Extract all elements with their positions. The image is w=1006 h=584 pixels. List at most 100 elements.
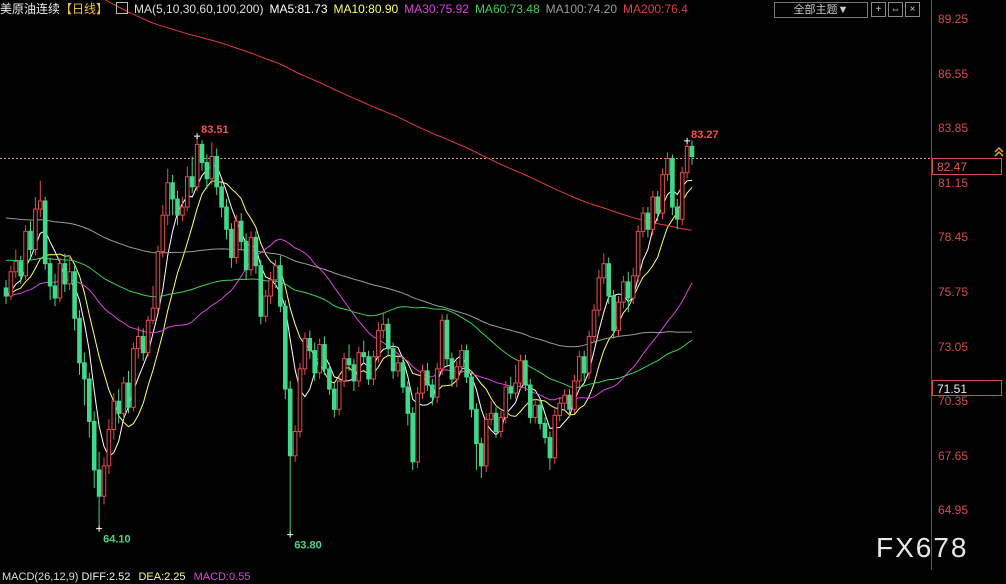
candle-body xyxy=(390,348,396,372)
candle-body xyxy=(660,174,665,214)
candle xyxy=(528,378,533,424)
candle xyxy=(464,344,469,383)
period-label[interactable]: 【日线】 xyxy=(60,2,108,16)
candle-body xyxy=(170,182,175,200)
candle-body xyxy=(292,431,298,457)
candle xyxy=(91,411,97,489)
price-tick: 83.85 xyxy=(938,121,969,136)
candle-body xyxy=(547,437,553,459)
candle-body xyxy=(140,335,146,354)
candle xyxy=(640,207,646,238)
candle-body xyxy=(523,360,528,386)
candle-body xyxy=(87,378,92,422)
candle-body xyxy=(616,301,621,331)
candle xyxy=(116,389,122,424)
candle-body xyxy=(72,271,77,319)
candle-body xyxy=(621,281,626,303)
candle-body xyxy=(38,200,43,210)
candle xyxy=(13,249,19,278)
candle xyxy=(670,154,675,216)
ma60-value: MA60:73.48 xyxy=(474,2,540,16)
candle-body xyxy=(248,236,254,271)
candle-body xyxy=(111,400,117,431)
ma200-line xyxy=(104,0,693,231)
candle-body xyxy=(528,384,533,418)
candle xyxy=(96,451,102,529)
candle xyxy=(518,354,523,390)
indicator-menu-icon[interactable] xyxy=(116,2,129,14)
candle xyxy=(209,142,215,185)
candle-body xyxy=(8,271,14,297)
candle xyxy=(371,350,376,386)
candle-body xyxy=(454,366,460,380)
candle-body xyxy=(283,305,288,390)
candle-body xyxy=(562,394,567,404)
price-tick: 75.75 xyxy=(938,285,969,299)
candle xyxy=(635,225,641,282)
candle-body xyxy=(459,350,464,368)
theme-select-button[interactable]: 全部主题▼ xyxy=(774,2,868,18)
candle xyxy=(52,273,58,307)
macd-header: MACD(26,12,9) DIFF:2.52 DEA:2.25 MACD:0.… xyxy=(2,571,255,583)
candle xyxy=(111,393,117,440)
candle-body xyxy=(258,265,264,317)
candle xyxy=(479,437,484,479)
extreme-label: 64.10 xyxy=(96,525,131,546)
candle-body xyxy=(596,277,602,311)
candle-body xyxy=(121,382,126,414)
fit-icon[interactable]: ⇔ xyxy=(888,2,903,17)
candle-body xyxy=(312,350,317,374)
candle xyxy=(650,190,656,236)
candle-body xyxy=(601,263,607,279)
candle xyxy=(562,389,567,410)
candle xyxy=(430,378,435,406)
candle-body xyxy=(557,402,563,416)
candle-body xyxy=(542,422,548,439)
candle-body xyxy=(635,230,641,277)
candle-body xyxy=(444,319,450,360)
candle xyxy=(3,279,9,305)
candle-body xyxy=(199,143,205,164)
candle-body xyxy=(581,356,587,374)
candle xyxy=(140,328,146,361)
candle-body xyxy=(341,358,347,382)
candle xyxy=(376,322,381,363)
candle-body xyxy=(263,295,268,317)
candle xyxy=(307,330,313,359)
candle xyxy=(474,403,479,470)
candle xyxy=(523,354,528,392)
candle xyxy=(121,376,126,420)
ma100-line xyxy=(5,217,692,348)
candle-body xyxy=(28,230,33,251)
candle xyxy=(513,364,518,400)
candle-body xyxy=(23,230,28,277)
candle xyxy=(332,382,337,418)
candle-body xyxy=(116,400,122,414)
candle-body xyxy=(47,263,53,287)
candle-body xyxy=(317,344,322,374)
candle xyxy=(253,231,259,274)
candle-body xyxy=(577,356,582,382)
candle xyxy=(606,257,612,305)
candle-body xyxy=(493,412,499,433)
candle xyxy=(317,338,322,379)
add-icon[interactable]: + xyxy=(871,2,886,17)
candle-body xyxy=(322,344,327,370)
candle xyxy=(503,380,509,424)
candle xyxy=(577,350,582,388)
candle xyxy=(33,196,38,256)
candle xyxy=(101,457,107,505)
extreme-value: 83.51 xyxy=(201,124,229,136)
candle-body xyxy=(684,145,690,174)
candle-body xyxy=(430,384,435,398)
candle-body xyxy=(425,370,430,386)
candle xyxy=(77,310,82,375)
candle-body xyxy=(336,380,342,410)
scroll-up-icon[interactable] xyxy=(994,146,1004,157)
candle-body xyxy=(307,338,313,352)
candle-body xyxy=(189,176,195,188)
close-icon[interactable]: × xyxy=(905,2,920,17)
candle xyxy=(395,356,401,377)
candle-body xyxy=(611,295,616,331)
candle xyxy=(283,300,288,400)
